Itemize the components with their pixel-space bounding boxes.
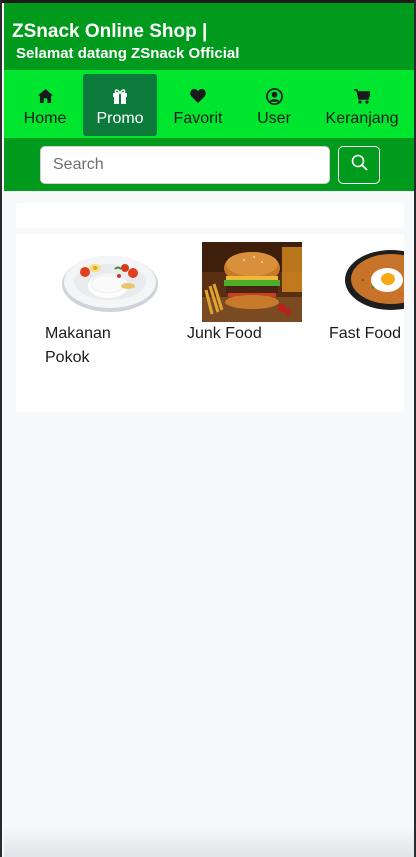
category-item[interactable]: Makanan Pokok [16,234,160,412]
category-image-burger [202,242,302,322]
nav-bar: Home Promo Favorit User Keranjang [4,70,414,138]
search-button[interactable] [338,146,380,184]
shop-title: ZSnack Online Shop | [12,21,208,42]
nav-label-promo: Promo [96,110,144,127]
category-image-fried-rice [343,242,404,322]
category-item[interactable]: Fast Food [306,234,404,412]
nav-label-home: Home [23,110,67,127]
category-list: Makanan Pokok Junk Food Fast Food [16,234,404,412]
nav-label-favorit: Favorit [173,110,223,127]
gift-icon [112,86,128,106]
nav-item-promo[interactable]: Promo [83,74,157,136]
cart-icon [354,86,370,106]
nav-label-keranjang: Keranjang [325,110,399,127]
category-image-rice-plate [60,242,160,322]
nav-item-user[interactable]: User [246,74,302,136]
search-bar [4,138,414,191]
nav-item-favorit[interactable]: Favorit [164,74,232,136]
category-label: Makanan Pokok [45,325,111,366]
app-frame: ZSnack Online Shop | Selamat datang ZSna… [0,0,416,857]
bottom-edge [4,827,414,857]
nav-label-user: User [257,110,291,127]
welcome-text: Selamat datang ZSnack Official [16,45,240,62]
search-input[interactable] [40,146,330,184]
nav-item-home[interactable]: Home [10,74,80,136]
heart-icon [190,86,206,106]
header: ZSnack Online Shop | Selamat datang ZSna… [4,3,414,70]
search-icon [351,154,368,176]
user-circle-icon [265,86,283,106]
category-label: Fast Food [329,325,402,342]
promo-banner [16,203,404,228]
home-icon [37,86,53,106]
nav-item-keranjang[interactable]: Keranjang [320,74,404,136]
category-item[interactable]: Junk Food [161,234,302,412]
category-label: Junk Food [187,325,262,342]
